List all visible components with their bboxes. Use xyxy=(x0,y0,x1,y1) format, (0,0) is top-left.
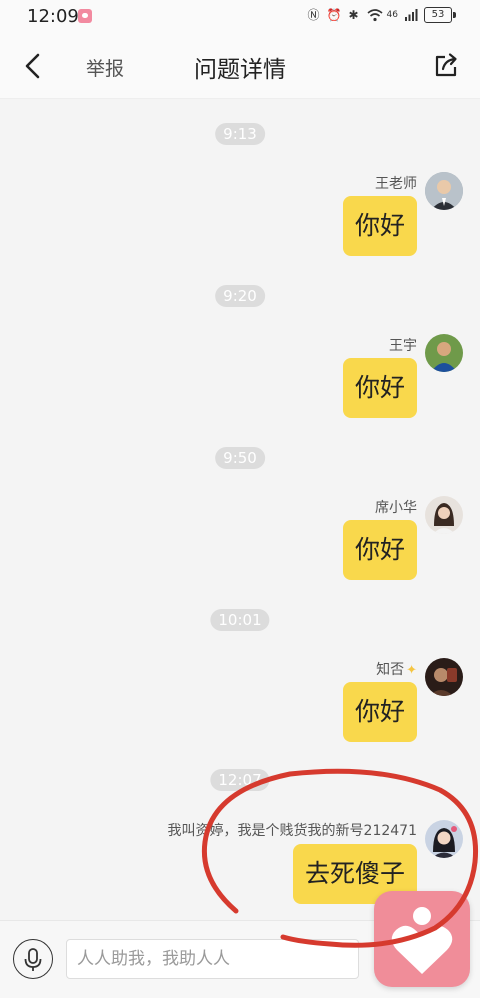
sender-name: 王宇 xyxy=(389,338,417,354)
nfc-icon: Ⓝ xyxy=(307,8,320,22)
signal-icon xyxy=(404,8,418,22)
network-type-label: 46 xyxy=(386,10,398,20)
microphone-icon[interactable] xyxy=(13,939,53,979)
avatar[interactable] xyxy=(425,172,463,210)
alarm-icon: ⏰ xyxy=(326,8,342,22)
time-chip: 9:20 xyxy=(215,285,265,307)
message-bubble[interactable]: 你好 xyxy=(342,358,417,418)
avatar[interactable] xyxy=(425,496,463,534)
status-icons: Ⓝ ⏰ ✱ 46 53 xyxy=(307,7,456,23)
sender-name: 知否 ✦ xyxy=(376,659,417,679)
sender-name: 王老师 xyxy=(375,176,417,192)
nav-bar: 举报 问题详情 xyxy=(0,34,480,99)
avatar[interactable] xyxy=(425,658,463,696)
wifi-icon xyxy=(367,8,383,22)
battery-tip xyxy=(453,12,456,18)
heart-person-icon[interactable] xyxy=(374,891,470,987)
page-title: 问题详情 xyxy=(194,57,286,83)
avatar[interactable] xyxy=(425,820,463,858)
time-chip: 10:01 xyxy=(210,609,270,631)
chat-thread[interactable]: 9:13 王老师 你好 9:20 王宇 你好 9:50 席小华 你好 10:01… xyxy=(0,116,480,920)
battery-icon: 53 xyxy=(424,7,452,23)
sender-name: 席小华 xyxy=(375,500,417,516)
message-bubble[interactable]: 你好 xyxy=(342,682,417,742)
sender-name-text: 知否 xyxy=(376,662,405,678)
bluetooth-icon: ✱ xyxy=(348,8,359,22)
app-notification-icon xyxy=(78,9,92,23)
time-chip: 12:07 xyxy=(210,769,270,791)
avatar[interactable] xyxy=(425,334,463,372)
status-bar: 12:09 Ⓝ ⏰ ✱ 46 53 xyxy=(0,0,480,34)
message-bubble[interactable]: 你好 xyxy=(342,196,417,256)
sparkle-icon: ✦ xyxy=(406,663,417,678)
status-time: 12:09 xyxy=(27,6,79,27)
share-icon[interactable] xyxy=(430,50,462,82)
time-chip: 9:13 xyxy=(215,123,265,145)
sender-name: 我叫资婷，我是个贱货我的新号212471 xyxy=(167,823,417,839)
message-bubble[interactable]: 你好 xyxy=(342,520,417,580)
message-input[interactable] xyxy=(66,939,359,979)
time-chip: 9:50 xyxy=(215,447,265,469)
